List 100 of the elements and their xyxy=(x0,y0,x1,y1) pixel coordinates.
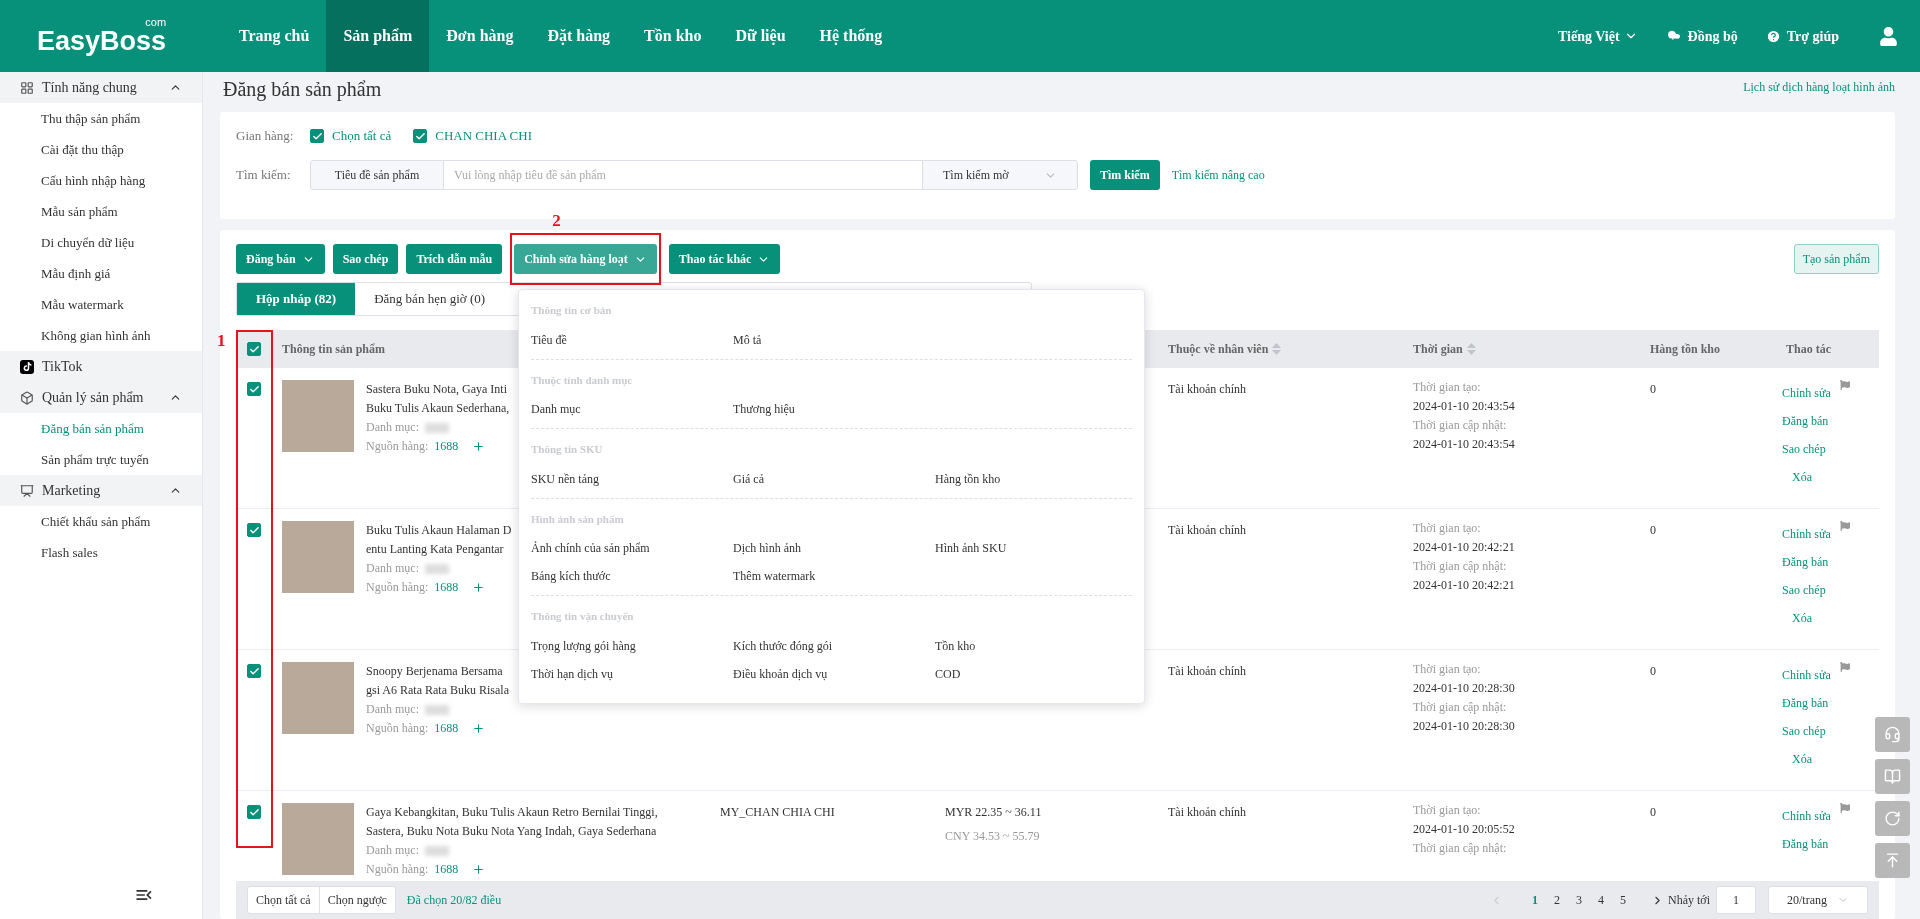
action-link[interactable]: Xóa xyxy=(1782,750,1812,768)
menu-item[interactable]: Danh mục xyxy=(531,400,733,418)
page-number[interactable]: 2 xyxy=(1551,891,1563,909)
menu-item[interactable]: Hình ảnh SKU xyxy=(935,539,1132,557)
search-button[interactable]: Tìm kiếm xyxy=(1090,160,1160,190)
toolbar-button[interactable]: Thao tác khác xyxy=(668,244,781,274)
sidebar-group[interactable]: Quản lý sản phẩm xyxy=(0,382,202,413)
tab[interactable]: Hộp nháp (82) xyxy=(237,283,356,315)
menu-item[interactable]: Mô tả xyxy=(733,330,935,349)
action-link[interactable]: Xóa xyxy=(1782,609,1812,627)
sidebar-item[interactable]: Di chuyển dữ liệu xyxy=(0,227,202,258)
nav-tab[interactable]: Sản phẩm xyxy=(326,0,430,72)
menu-item[interactable]: Giá cả xyxy=(733,469,935,488)
menu-item[interactable]: Trọng lượng gói hàng xyxy=(531,636,733,655)
action-link[interactable]: Sao chép xyxy=(1782,581,1826,599)
sidebar-item[interactable]: Đăng bán sản phẩm xyxy=(0,413,202,444)
flag-icon[interactable] xyxy=(1840,803,1850,813)
sidebar-item[interactable]: Cấu hình nhập hàng xyxy=(0,165,202,196)
sidebar-group[interactable]: TikTok xyxy=(0,351,202,382)
toolbar-button[interactable]: Trích dẫn mẫu xyxy=(406,244,503,274)
toolbar-button[interactable]: Đăng bán xyxy=(236,244,325,274)
nav-tab[interactable]: Hệ thống xyxy=(802,0,900,72)
action-link[interactable]: Chỉnh sửa xyxy=(1782,384,1831,402)
flag-icon[interactable] xyxy=(1840,380,1850,390)
page-number[interactable]: 5 xyxy=(1617,891,1629,909)
menu-item[interactable]: Điều khoản dịch vụ xyxy=(733,664,935,683)
tab[interactable]: Đăng bán hẹn giờ (0) xyxy=(355,283,505,315)
page-input[interactable]: 1 xyxy=(1716,886,1756,914)
checkbox[interactable] xyxy=(413,129,428,143)
search-type-select[interactable]: Tiêu đề sản phẩm xyxy=(310,160,444,190)
action-link[interactable]: Đăng bán xyxy=(1782,694,1829,712)
menu-item[interactable]: SKU nền tảng xyxy=(531,469,733,488)
action-link[interactable]: Đăng bán xyxy=(1782,412,1829,430)
flag-icon[interactable] xyxy=(1840,521,1850,531)
history-link[interactable]: Lịch sử dịch hàng loạt hình ảnh xyxy=(1743,78,1895,96)
add-icon[interactable] xyxy=(472,863,486,876)
page-number[interactable]: 3 xyxy=(1573,891,1585,909)
action-link[interactable]: Chỉnh sửa xyxy=(1782,525,1831,543)
add-icon[interactable] xyxy=(472,440,486,453)
guide-button[interactable] xyxy=(1875,759,1910,794)
nav-tab[interactable]: Dữ liệu xyxy=(718,0,803,72)
search-mode-select[interactable]: Tìm kiếm mờ xyxy=(922,160,1078,190)
invert-selection-button[interactable]: Chọn ngược xyxy=(319,887,395,913)
menu-item[interactable]: Hàng tồn kho xyxy=(935,469,1132,488)
menu-item[interactable]: Tồn kho xyxy=(935,636,1132,655)
menu-item[interactable]: Kích thước đóng gói xyxy=(733,636,935,655)
checkbox-label[interactable]: Chọn tất cả xyxy=(332,126,392,146)
language-menu[interactable]: Tiếng Việt xyxy=(1558,25,1638,47)
toolbar-button[interactable]: Sao chép xyxy=(332,244,399,274)
column-header[interactable]: Thuộc về nhân viên xyxy=(1168,340,1413,358)
support-button[interactable] xyxy=(1875,717,1910,752)
add-icon[interactable] xyxy=(472,581,486,594)
menu-item[interactable]: COD xyxy=(935,664,1132,683)
menu-item[interactable]: Thêm watermark xyxy=(733,567,935,585)
menu-item[interactable]: Thời hạn dịch vụ xyxy=(531,664,733,683)
add-icon[interactable] xyxy=(472,722,486,735)
action-link[interactable]: Chỉnh sửa xyxy=(1782,666,1831,684)
sidebar-item[interactable]: Không gian hình ảnh xyxy=(0,320,202,351)
sidebar-group[interactable]: Marketing xyxy=(0,475,202,506)
action-link[interactable]: Xóa xyxy=(1782,468,1812,486)
checkbox[interactable] xyxy=(247,382,261,396)
sidebar-item[interactable]: Chiết khấu sản phẩm xyxy=(0,506,202,537)
advanced-search-link[interactable]: Tìm kiếm nâng cao xyxy=(1171,166,1265,184)
help-button[interactable]: Trợ giúp xyxy=(1765,25,1839,47)
menu-item[interactable]: Dịch hình ảnh xyxy=(733,539,935,557)
user-icon[interactable] xyxy=(1879,26,1898,46)
sidebar-item[interactable]: Cài đặt thu thập xyxy=(0,134,202,165)
page-size-select[interactable]: 20/trang xyxy=(1768,886,1868,914)
sidebar-group[interactable]: Tính năng chung xyxy=(0,72,202,103)
nav-tab[interactable]: Tồn kho xyxy=(627,0,719,72)
search-field[interactable]: Vui lòng nhập tiêu đề sản phẩm xyxy=(444,160,922,190)
menu-item[interactable]: Ảnh chính của sản phẩm xyxy=(531,539,733,557)
action-link[interactable]: Chỉnh sửa xyxy=(1782,807,1831,825)
action-link[interactable]: Sao chép xyxy=(1782,440,1826,458)
menu-item[interactable]: Bảng kích thước xyxy=(531,567,733,585)
checkbox-label[interactable]: CHAN CHIA CHI xyxy=(435,126,532,146)
action-link[interactable]: Đăng bán xyxy=(1782,553,1829,571)
select-all-button[interactable]: Chọn tất cả xyxy=(248,887,320,913)
nav-tab[interactable]: Đơn hàng xyxy=(429,0,531,72)
logo[interactable]: com EasyBoss xyxy=(36,16,167,56)
checkbox[interactable] xyxy=(247,342,261,356)
sidebar-item[interactable]: Mẫu watermark xyxy=(0,289,202,320)
menu-item[interactable]: Thương hiệu xyxy=(733,400,935,418)
checkbox[interactable] xyxy=(247,523,261,537)
nav-tab[interactable]: Đặt hàng xyxy=(530,0,628,72)
checkbox[interactable] xyxy=(310,129,324,143)
checkbox[interactable] xyxy=(247,805,261,819)
sidebar-item[interactable]: Mẫu sản phẩm xyxy=(0,196,202,227)
page-number[interactable]: 4 xyxy=(1595,891,1607,909)
action-link[interactable]: Đăng bán xyxy=(1782,835,1829,853)
checkbox[interactable] xyxy=(247,664,261,678)
sidebar-item[interactable]: Flash sales xyxy=(0,537,202,568)
nav-tab[interactable]: Trang chủ xyxy=(222,0,327,72)
column-header[interactable]: Thời gian xyxy=(1413,340,1650,358)
flag-icon[interactable] xyxy=(1840,662,1850,672)
sidebar-item[interactable]: Mẫu định giá xyxy=(0,258,202,289)
sidebar-item[interactable]: Thu thập sản phẩm xyxy=(0,103,202,134)
action-link[interactable]: Sao chép xyxy=(1782,722,1826,740)
sidebar-item[interactable]: Sản phẩm trực tuyến xyxy=(0,444,202,475)
sync-button[interactable]: Đồng bộ xyxy=(1665,25,1738,47)
